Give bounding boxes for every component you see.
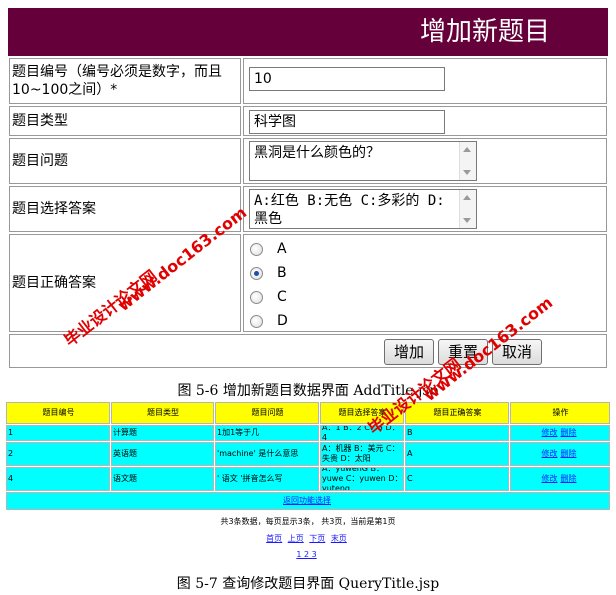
title-type-input[interactable]: 科学图 <box>249 110 445 134</box>
radio-c-label: C <box>277 289 287 305</box>
radio-option-c[interactable]: C <box>250 285 287 309</box>
radio-a[interactable] <box>250 242 263 256</box>
scroll-down-icon[interactable] <box>463 170 471 175</box>
label-title-question: 题目问题 <box>9 138 241 184</box>
form-button-row: 增加 重置 取消 <box>9 334 607 368</box>
radio-option-a[interactable]: A <box>250 237 287 261</box>
radio-d[interactable] <box>250 314 263 328</box>
cell-options: A：yuwenG B：yuwe C：yuwen D：yuteng <box>320 467 404 491</box>
label-title-type: 题目类型 <box>9 106 241 136</box>
page-number-link[interactable]: 1 2 3 <box>296 550 316 559</box>
label-title-options: 题目选择答案 <box>9 186 241 232</box>
cell-actions: 修改 删除 <box>510 467 610 491</box>
radio-a-label: A <box>277 241 287 257</box>
row-title-options: 题目选择答案 A:红色 B:无色 C:多彩的 D:黑色 <box>8 186 608 232</box>
cell-question: ' 语文 '拼音怎么写 <box>215 467 319 491</box>
cell-type: 语文题 <box>111 467 214 491</box>
label-title-id: 题目编号（编号必须是数字，而且10~100之间）* <box>9 58 241 104</box>
header-actions: 操作 <box>510 402 610 424</box>
cell-answer: A <box>405 442 509 466</box>
radio-option-b[interactable]: B <box>250 261 287 285</box>
cell-actions: 修改 删除 <box>510 442 610 466</box>
delete-link[interactable]: 删除 <box>561 474 577 484</box>
title-question-text: 黑洞是什么颜色的？ <box>254 145 380 161</box>
title-question-textarea[interactable]: 黑洞是什么颜色的？ <box>249 141 477 181</box>
back-to-menu-link[interactable]: 返回功能选择 <box>283 496 331 506</box>
header-title-type: 题目类型 <box>111 402 214 424</box>
pagination-links: 首页 上页 下页 末页 <box>0 533 616 544</box>
cell-answer: C <box>405 467 509 491</box>
scroll-up-icon[interactable] <box>463 147 471 152</box>
radio-b-selected[interactable] <box>250 266 263 280</box>
header-title-id: 题目编号 <box>6 402 110 424</box>
cell-title-options: A:红色 B:无色 C:多彩的 D:黑色 <box>243 186 607 232</box>
radio-b-label: B <box>277 265 287 281</box>
first-page-link[interactable]: 首页 <box>266 534 282 543</box>
cell-actions: 修改 删除 <box>510 425 610 441</box>
title-options-textarea[interactable]: A:红色 B:无色 C:多彩的 D:黑色 <box>249 189 477 229</box>
cell-title-question: 黑洞是什么颜色的？ <box>243 138 607 184</box>
edit-link[interactable]: 修改 <box>542 474 558 484</box>
back-cell: 返回功能选择 <box>6 492 610 510</box>
edit-link[interactable]: 修改 <box>542 449 558 459</box>
back-row: 返回功能选择 <box>6 492 610 510</box>
cell-question: 1加1等于几 <box>215 425 319 441</box>
scroll-up-icon[interactable] <box>463 195 471 200</box>
row-title-id: 题目编号（编号必须是数字，而且10~100之间）* 10 <box>8 58 608 104</box>
edit-link[interactable]: 修改 <box>542 428 558 438</box>
radio-c[interactable] <box>250 290 263 304</box>
title-options-text: A:红色 B:无色 C:多彩的 D:黑色 <box>254 193 445 227</box>
pagination-summary: 共3条数据，每页显示3条， 共3页，当前是第1页 <box>220 517 396 526</box>
delete-link[interactable]: 删除 <box>561 428 577 438</box>
cell-title-type: 科学图 <box>243 106 607 136</box>
row-title-question: 题目问题 黑洞是什么颜色的？ <box>8 138 608 184</box>
header-title-answer: 题目正确答案 <box>405 402 509 424</box>
page-number-links: 1 2 3 <box>0 550 616 559</box>
cell-title-answer: A B C D <box>243 234 607 332</box>
radio-d-label: D <box>277 313 288 329</box>
cell-type: 计算题 <box>111 425 214 441</box>
scroll-down-icon[interactable] <box>463 218 471 223</box>
header-title-question: 题目问题 <box>215 402 319 424</box>
cell-question: 'machine' 是什么意思 <box>215 442 319 466</box>
options-scrollbar[interactable] <box>459 190 476 228</box>
figure-caption-5-6: 图 5-6 增加新题目数据界面 AddTitle.jsp <box>177 383 439 399</box>
table-row: 1 计算题 1加1等于几 A：1 B：2 C：3 D：4 B 修改 删除 <box>6 425 610 441</box>
table-row: 2 英语题 'machine' 是什么意思 A：机器 B：美元 C：失贵 D：太… <box>6 442 610 466</box>
form-header: 增加新题目 <box>8 8 608 56</box>
question-scrollbar[interactable] <box>459 142 476 180</box>
table-header-row: 题目编号 题目类型 题目问题 题目选择答案 题目正确答案 操作 <box>6 402 610 424</box>
add-button[interactable]: 增加 <box>384 339 434 365</box>
cell-id: 4 <box>6 467 110 491</box>
cell-type: 英语题 <box>111 442 214 466</box>
cell-title-id: 10 <box>243 58 607 104</box>
row-title-type: 题目类型 科学图 <box>8 106 608 136</box>
prev-page-link[interactable]: 上页 <box>288 534 304 543</box>
next-page-link[interactable]: 下页 <box>309 534 325 543</box>
radio-option-d[interactable]: D <box>250 309 288 333</box>
title-id-input[interactable]: 10 <box>249 67 445 91</box>
cell-id: 1 <box>6 425 110 441</box>
figure-caption-5-7: 图 5-7 查询修改题目界面 QueryTitle.jsp <box>176 576 440 592</box>
last-page-link[interactable]: 末页 <box>331 534 347 543</box>
delete-link[interactable]: 删除 <box>561 449 577 459</box>
table-row: 4 语文题 ' 语文 '拼音怎么写 A：yuwenG B：yuwe C：yuwe… <box>6 467 610 491</box>
cell-answer: B <box>405 425 509 441</box>
cell-id: 2 <box>6 442 110 466</box>
cell-options: A：机器 B：美元 C：失贵 D：太阳 <box>320 442 404 466</box>
